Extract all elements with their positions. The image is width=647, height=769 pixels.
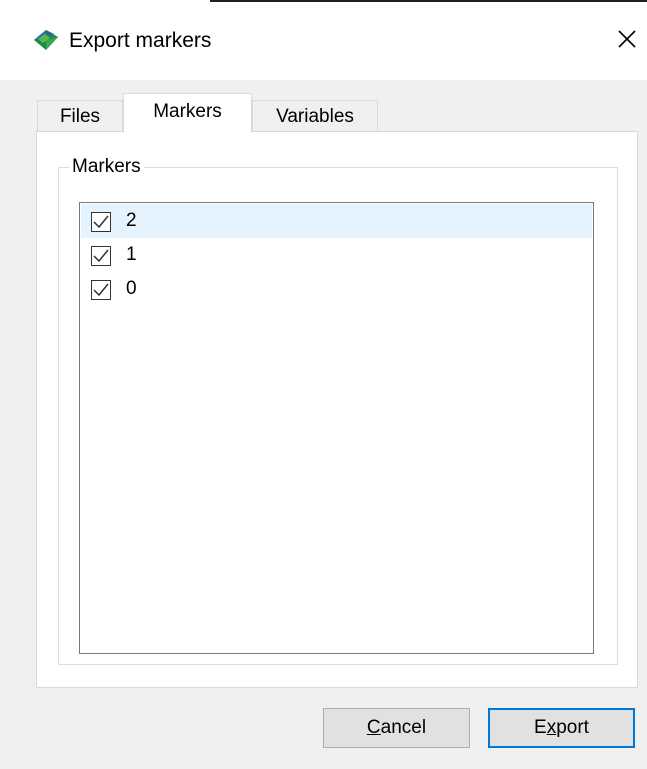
tab-files-label: Files — [59, 106, 101, 127]
cancel-label: Cancel — [366, 717, 427, 738]
markers-checklist[interactable]: 2 1 0 — [79, 202, 594, 654]
check-icon — [93, 249, 109, 263]
export-label: Export — [534, 717, 589, 738]
list-item-marker-0[interactable]: 0 — [81, 272, 592, 306]
marker-2-checkbox[interactable] — [91, 212, 111, 232]
tab-markers-label: Markers — [153, 101, 222, 122]
marker-0-label: 0 — [126, 278, 137, 299]
tab-variables-label: Variables — [276, 106, 354, 127]
check-icon — [93, 283, 109, 297]
close-button[interactable] — [607, 22, 647, 60]
marker-0-checkbox[interactable] — [91, 280, 111, 300]
marker-1-checkbox[interactable] — [91, 246, 111, 266]
window-title: Export markers — [69, 29, 212, 52]
markers-groupbox: Markers 2 1 0 — [58, 156, 618, 665]
tab-markers[interactable]: Markers — [123, 93, 252, 133]
marker-1-label: 1 — [126, 244, 137, 265]
markers-group-label: Markers — [69, 156, 144, 178]
list-item-marker-1[interactable]: 1 — [81, 238, 592, 272]
list-item-marker-2[interactable]: 2 — [81, 204, 592, 238]
export-markers-dialog: Export markers Files Markers Variables M… — [0, 0, 647, 769]
export-button[interactable]: Export — [488, 708, 635, 748]
app-icon — [32, 27, 60, 53]
tab-variables[interactable]: Variables — [252, 100, 378, 132]
marker-2-label: 2 — [126, 210, 137, 231]
tab-page-markers: Markers 2 1 0 — [36, 131, 638, 688]
tab-files[interactable]: Files — [37, 100, 123, 132]
check-icon — [93, 215, 109, 229]
cancel-button[interactable]: Cancel — [323, 708, 470, 748]
window-edge — [210, 0, 647, 2]
close-icon — [618, 29, 636, 53]
title-bar[interactable]: Export markers — [0, 0, 647, 80]
